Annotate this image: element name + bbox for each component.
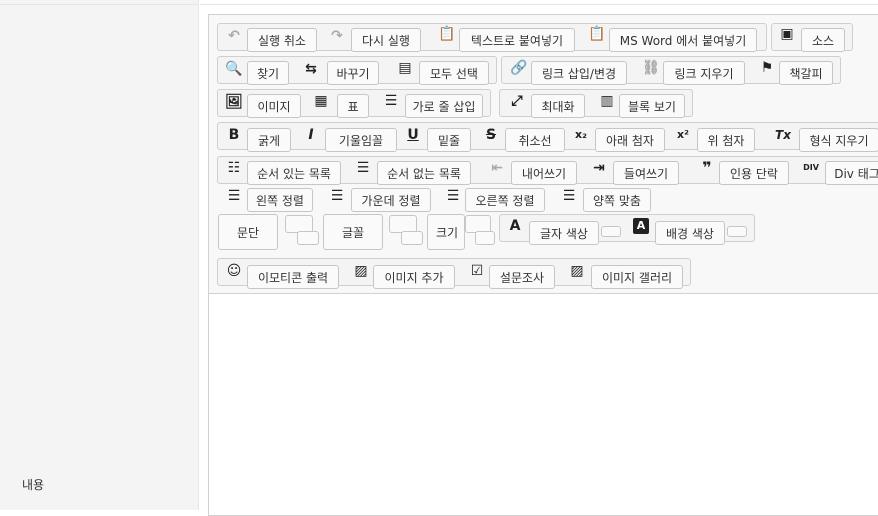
remove-format-icon[interactable]: Tx (775, 127, 791, 143)
horizontal-rule-button[interactable]: 가로 줄 삽입 (405, 94, 483, 118)
paragraph-format-dropdown[interactable]: 문단 (218, 214, 278, 250)
paste-text-button[interactable]: 텍스트로 붙여넣기 (459, 28, 575, 52)
rich-text-editor: ↶ 실행 취소 ↷ 다시 실행 📋 텍스트로 붙여넣기 📋 MS Word 에서… (208, 14, 878, 516)
replace-icon[interactable]: ⇆ (303, 61, 319, 77)
strikethrough-icon[interactable]: S (483, 127, 499, 143)
search-icon[interactable]: 🔍 (225, 61, 242, 77)
font-dropdown-toggle[interactable] (401, 231, 423, 245)
show-blocks-icon[interactable]: ▥ (599, 93, 615, 109)
anchor-button[interactable]: 책갈피 (779, 61, 833, 85)
anchor-icon[interactable]: ⚑ (759, 60, 775, 76)
bold-button[interactable]: 굵게 (247, 128, 291, 152)
underline-button[interactable]: 밑줄 (427, 128, 471, 152)
select-all-icon[interactable]: ▤ (397, 60, 413, 76)
undo-icon[interactable]: ↶ (226, 28, 242, 44)
table-icon[interactable]: ▦ (313, 93, 329, 109)
div-button[interactable]: Div 태그 (825, 161, 878, 185)
redo-icon[interactable]: ↷ (329, 28, 345, 44)
replace-button[interactable]: 바꾸기 (327, 61, 379, 85)
outdent-icon[interactable]: ⇤ (489, 160, 505, 176)
align-center-button[interactable]: 가운데 정렬 (351, 188, 431, 212)
maximize-button[interactable]: 최대화 (531, 94, 585, 118)
italic-icon[interactable]: I (303, 127, 319, 143)
superscript-button[interactable]: 위 첨자 (697, 128, 755, 152)
bulleted-list-button[interactable]: 순서 없는 목록 (377, 161, 471, 185)
source-button[interactable]: 소스 (801, 28, 845, 52)
maximize-icon[interactable]: ⤢ (509, 93, 525, 109)
redo-button[interactable]: 다시 실행 (351, 28, 421, 52)
editor-toolbar: ↶ 실행 취소 ↷ 다시 실행 📋 텍스트로 붙여넣기 📋 MS Word 에서… (209, 15, 878, 294)
align-right-icon[interactable]: ☰ (445, 188, 461, 204)
sidebar: 내용 (0, 0, 199, 510)
unlink-button[interactable]: 링크 지우기 (663, 61, 745, 85)
subscript-icon[interactable]: x₂ (573, 127, 589, 143)
image-icon[interactable]: 🖼 (225, 94, 243, 110)
table-button[interactable]: 표 (337, 94, 369, 118)
select-all-button[interactable]: 모두 선택 (419, 61, 489, 85)
survey-button[interactable]: 설문조사 (489, 265, 555, 289)
indent-icon[interactable]: ⇥ (591, 160, 607, 176)
background-color-icon[interactable]: A (633, 218, 649, 234)
undo-button[interactable]: 실행 취소 (247, 28, 317, 52)
emoticon-icon[interactable]: ☺ (226, 263, 242, 279)
paste-word-button[interactable]: MS Word 에서 붙여넣기 (609, 28, 757, 52)
paragraph-dropdown-toggle[interactable] (297, 231, 319, 245)
bold-icon[interactable]: B (226, 127, 242, 143)
add-image-button[interactable]: 이미지 추가 (373, 265, 455, 289)
remove-format-button[interactable]: 형식 지우기 (799, 128, 878, 152)
link-button[interactable]: 링크 삽입/변경 (531, 61, 627, 85)
text-color-dropdown[interactable] (601, 226, 621, 237)
align-justify-icon[interactable]: ☰ (561, 188, 577, 204)
paste-word-icon[interactable]: 📋 (588, 26, 605, 42)
unlink-icon[interactable]: ⛓ (642, 60, 660, 76)
link-icon[interactable]: 🔗 (510, 60, 527, 76)
find-button[interactable]: 찾기 (247, 61, 289, 85)
italic-button[interactable]: 기울임꼴 (325, 128, 397, 152)
image-button[interactable]: 이미지 (247, 94, 301, 118)
editor-content-area[interactable] (209, 294, 878, 515)
font-family-dropdown[interactable]: 글꼴 (323, 214, 383, 250)
numbered-list-button[interactable]: 순서 있는 목록 (247, 161, 341, 185)
text-color-button[interactable]: 글자 색상 (529, 221, 599, 245)
paste-text-icon[interactable]: 📋 (438, 26, 455, 42)
font-size-dropdown[interactable]: 크기 (427, 214, 465, 250)
survey-icon[interactable]: ☑ (469, 263, 485, 279)
add-image-icon[interactable]: ▨ (353, 263, 369, 279)
sidebar-divider (0, 0, 198, 5)
align-justify-button[interactable]: 양쪽 맞춤 (583, 188, 651, 212)
top-divider (200, 0, 878, 5)
superscript-icon[interactable]: x² (675, 127, 691, 143)
underline-icon[interactable]: U (405, 127, 421, 143)
bulleted-list-icon[interactable]: ☰ (355, 160, 371, 176)
numbered-list-icon[interactable]: ☷ (226, 160, 242, 176)
text-color-icon[interactable]: A (507, 218, 523, 234)
align-left-icon[interactable]: ☰ (226, 188, 242, 204)
show-blocks-button[interactable]: 블록 보기 (619, 94, 685, 118)
strikethrough-button[interactable]: 취소선 (505, 128, 565, 152)
blockquote-icon[interactable]: ❞ (699, 160, 715, 176)
emoticon-button[interactable]: 이모티콘 출력 (247, 265, 339, 289)
source-icon[interactable]: ▣ (779, 26, 795, 42)
blockquote-button[interactable]: 인용 단락 (719, 161, 789, 185)
align-left-button[interactable]: 왼쪽 정렬 (247, 188, 313, 212)
subscript-button[interactable]: 아래 첨자 (595, 128, 665, 152)
div-icon[interactable]: DIV (803, 160, 819, 176)
horizontal-rule-icon[interactable]: ☰ (383, 93, 399, 109)
gallery-button[interactable]: 이미지 갤러리 (591, 265, 683, 289)
outdent-button[interactable]: 내어쓰기 (511, 161, 577, 185)
gallery-icon[interactable]: ▨ (569, 263, 585, 279)
indent-button[interactable]: 들여쓰기 (613, 161, 679, 185)
align-center-icon[interactable]: ☰ (329, 188, 345, 204)
align-right-button[interactable]: 오른쪽 정렬 (465, 188, 545, 212)
background-color-dropdown[interactable] (727, 226, 747, 237)
background-color-button[interactable]: 배경 색상 (655, 221, 725, 245)
content-label: 내용 (22, 478, 45, 492)
size-dropdown-toggle[interactable] (475, 231, 495, 245)
